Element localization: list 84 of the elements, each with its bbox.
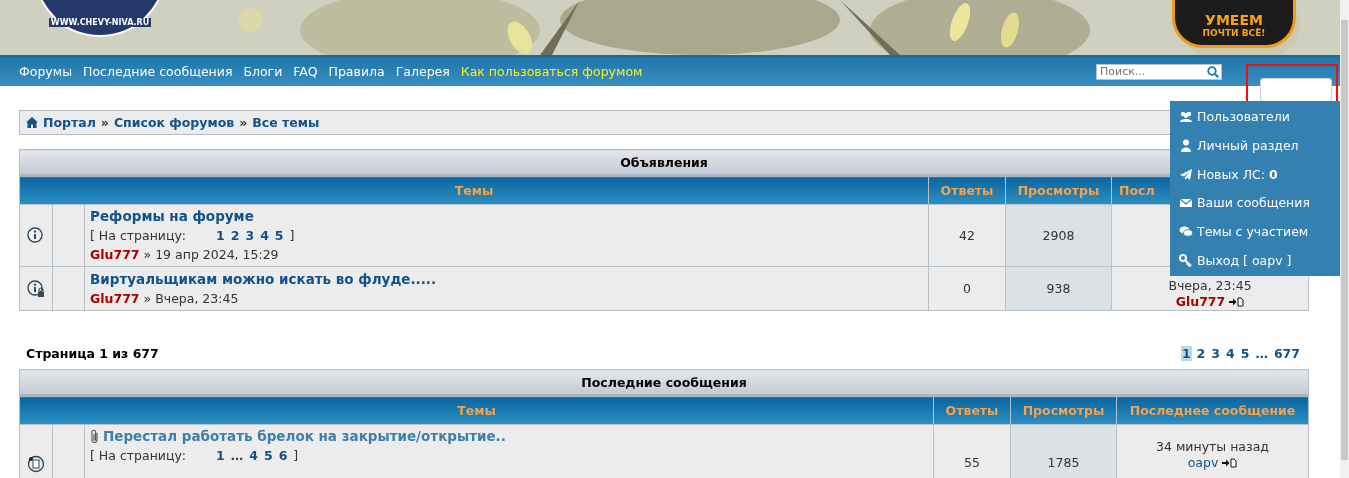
views-count: 2908 [1005,204,1112,267]
column-header: Последнее сообщение [1129,403,1296,418]
page-link[interactable]: 2 [1195,345,1207,361]
nav-link[interactable]: Блоги [243,64,283,79]
nav-link[interactable]: Последние сообщения [83,64,233,79]
home-icon[interactable] [26,117,38,128]
scrollbar[interactable] [1340,0,1349,478]
page-summary: Страница 1 из 677 [25,345,159,361]
column-header: Темы [19,395,934,425]
column-header: Темы [19,175,929,205]
page-link[interactable]: 6 [278,446,288,465]
last-post-time: 34 минуты назад [1155,439,1270,455]
topic-icon [27,455,45,473]
menu-item[interactable]: Пользователи [1179,107,1331,126]
page-link[interactable]: 4 [1225,345,1236,361]
menu-item[interactable]: Новых ЛС: 0 [1179,164,1331,184]
page-link[interactable]: 3 [245,226,255,245]
breadcrumb-link[interactable]: Список форумов [113,115,235,130]
person-icon [1179,138,1193,152]
page-link[interactable]: … [230,446,244,465]
menu-item[interactable]: Темы с участием [1179,222,1331,242]
views-count: 938 [1005,266,1112,311]
post-date: » 19 апр 2024, 15:29 [143,246,279,264]
pages-bracket: ] [289,227,295,245]
info-icon [27,226,45,245]
page-link[interactable]: 3 [1210,345,1221,361]
locked-info-icon [27,279,45,298]
column-header: Ответы [933,395,1011,425]
nav-link[interactable]: Правила [328,64,385,79]
column-header: Ответы [928,175,1006,205]
breadcrumb-separator: » [239,115,248,130]
table-title: Последние сообщения [19,369,1309,396]
slogan-badge: УМЕЕМ ПОЧТИ ВСЁ! [1172,0,1296,48]
replies-count: 55 [933,424,1011,478]
nav-link[interactable]: Форумы [19,64,73,79]
breadcrumb-link[interactable]: Все темы [252,115,320,130]
page-link[interactable]: 2 [230,226,240,245]
nav-link[interactable]: Как пользоваться форумом [460,64,643,79]
menu-item[interactable]: Ваши сообщения [1179,193,1331,213]
page-link[interactable]: 677 [1272,345,1301,361]
author-link[interactable]: Glu777 [90,288,140,308]
pages-bracket: ] [293,447,299,465]
topic-link[interactable]: Виртуальщикам можно искать во флуде..... [90,269,437,289]
page-link[interactable]: 1 [216,226,225,245]
page-link[interactable]: 1 [1180,345,1192,361]
breadcrumb-link[interactable]: Портал [43,115,96,130]
nav-link[interactable]: Галерея [395,64,450,79]
replies-count: 0 [928,266,1006,311]
last-post-icon[interactable] [1222,458,1238,468]
topic-link[interactable]: Реформы на форуме [90,207,254,226]
topic-link[interactable]: Перестал работать брелок на закрытие/открытие.. [103,427,506,446]
search-field[interactable]: Поиск... [1096,63,1222,80]
key-icon [1179,254,1193,267]
column-header: Просмотры [1010,395,1117,425]
last-post-icon[interactable] [1229,297,1245,307]
user-menu-button[interactable] [1260,78,1332,102]
column-header: Просмотры [1005,175,1112,205]
search-icon[interactable] [1207,65,1219,78]
speech-bubbles-icon [1179,225,1193,239]
replies-count: 42 [928,204,1006,267]
menu-item[interactable]: Выход [ oapv ] [1179,251,1331,270]
page-link[interactable]: 5 [274,226,284,245]
page-link[interactable]: 4 [249,446,258,465]
menu-item[interactable]: Личный раздел [1179,135,1331,155]
page-link[interactable]: 1 [216,446,225,465]
nav-link[interactable]: FAQ [293,64,318,79]
post-date: » Вчера, 23:45 [143,289,239,308]
paperclip-icon [90,429,100,444]
envelope-icon [1179,196,1193,210]
last-post-time: Вчера, 23:45 [1167,278,1253,294]
page-link[interactable]: 4 [260,226,269,245]
paper-plane-icon [1179,167,1193,181]
page-link[interactable]: 5 [1239,345,1251,361]
last-author-link[interactable]: oapv [1187,455,1219,471]
page-link[interactable]: … [1254,345,1269,361]
pages-label: [ На страницу: [90,447,187,465]
pages-label: [ На страницу: [90,227,187,245]
last-author-link[interactable]: Glu777 [1175,294,1226,310]
users-icon [1179,110,1193,123]
author-link[interactable]: Glu777 [90,245,140,264]
breadcrumb-separator: » [100,115,109,130]
column-header: Посл [1119,183,1155,198]
views-count: 1785 [1010,424,1117,478]
page-link[interactable]: 5 [263,446,273,465]
